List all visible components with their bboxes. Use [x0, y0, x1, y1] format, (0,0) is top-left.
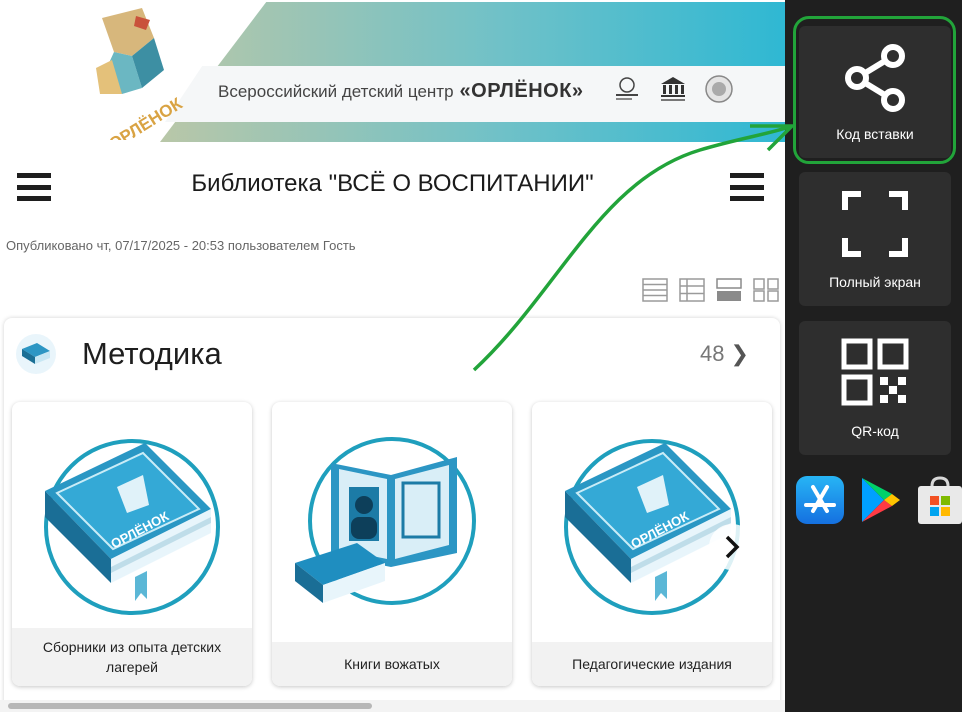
orlyonok-logo: ОРЛЁНОК	[96, 8, 184, 140]
fullscreen-label: Полный экран	[829, 274, 921, 290]
publish-info: Опубликовано чт, 07/17/2025 - 20:53 поль…	[6, 238, 356, 253]
banner-org-name: «ОРЛЁНОК»	[459, 80, 584, 102]
section-count-link[interactable]: 48 ❯	[700, 341, 749, 367]
card-image	[272, 402, 512, 642]
card-carousel: ОРЛЁНОК Сборники из опыта детских лагере…	[12, 402, 772, 686]
grid-view-icon[interactable]	[753, 278, 779, 302]
section-count: 48	[700, 341, 725, 366]
microsoft-store-icon[interactable]	[914, 474, 962, 526]
card-counselor-books[interactable]: Книги вожатых	[272, 402, 512, 686]
book-icon: ОРЛЁНОК	[564, 439, 740, 615]
partner-logos	[612, 74, 734, 104]
card-image: ОРЛЁНОК	[12, 402, 252, 642]
view-mode-switcher	[642, 278, 779, 302]
horizontal-scrollbar[interactable]	[0, 700, 785, 712]
section-title: Методика	[82, 336, 222, 371]
cards-view-icon[interactable]	[716, 278, 742, 302]
qr-code-icon	[841, 338, 909, 406]
card-caption: Книги вожатых	[272, 642, 512, 686]
section-book-icon	[16, 334, 56, 374]
chevron-right-icon	[725, 535, 740, 559]
page-title: Библиотека "ВСЁ О ВОСПИТАНИИ"	[191, 170, 594, 197]
logo-text: ОРЛЁНОК	[105, 94, 184, 140]
book-icon: ОРЛЁНОК	[44, 439, 220, 615]
banner-title: Всероссийский детский центр «ОРЛЁНОК»	[218, 80, 584, 103]
share-icon	[845, 44, 905, 112]
scrollbar-thumb[interactable]	[8, 703, 372, 709]
chevron-right-icon: ❯	[730, 341, 749, 366]
open-book-icon	[295, 437, 476, 605]
card-collections[interactable]: ОРЛЁНОК Сборники из опыта детских лагере…	[12, 402, 252, 686]
app-store-links	[794, 474, 962, 526]
qr-code-label: QR-код	[851, 423, 899, 439]
carousel-next-button[interactable]	[709, 524, 755, 570]
main-page: ОРЛЁНОК Всероссийский детский центр «ОРЛЁ…	[0, 0, 785, 712]
fullscreen-icon	[842, 191, 908, 257]
fullscreen-button[interactable]: Полный экран	[799, 172, 951, 306]
app-store-icon[interactable]	[794, 474, 846, 526]
google-play-icon[interactable]	[854, 474, 906, 526]
unesco-logo	[661, 77, 685, 101]
embed-code-label: Код вставки	[836, 126, 914, 142]
banner-org-prefix: Всероссийский детский центр	[218, 82, 454, 101]
emblem-logo	[705, 75, 733, 103]
list-view-icon[interactable]	[642, 278, 668, 302]
card-caption: Сборники из опыта детских лагерей	[12, 628, 252, 686]
site-banner: ОРЛЁНОК Всероссийский детский центр «ОРЛЁ…	[0, 0, 785, 148]
table-view-icon[interactable]	[679, 278, 705, 302]
methodology-section: Методика 48 ❯ ОРЛЁНОК Сборники из опыта …	[4, 318, 780, 712]
embed-code-button[interactable]: Код вставки	[799, 26, 951, 158]
card-image: ОРЛЁНОК	[532, 402, 772, 642]
icf-logo	[616, 77, 638, 100]
card-caption: Педагогические издания	[532, 642, 772, 686]
qr-code-button[interactable]: QR-код	[799, 321, 951, 455]
right-menu-button[interactable]	[730, 170, 764, 204]
